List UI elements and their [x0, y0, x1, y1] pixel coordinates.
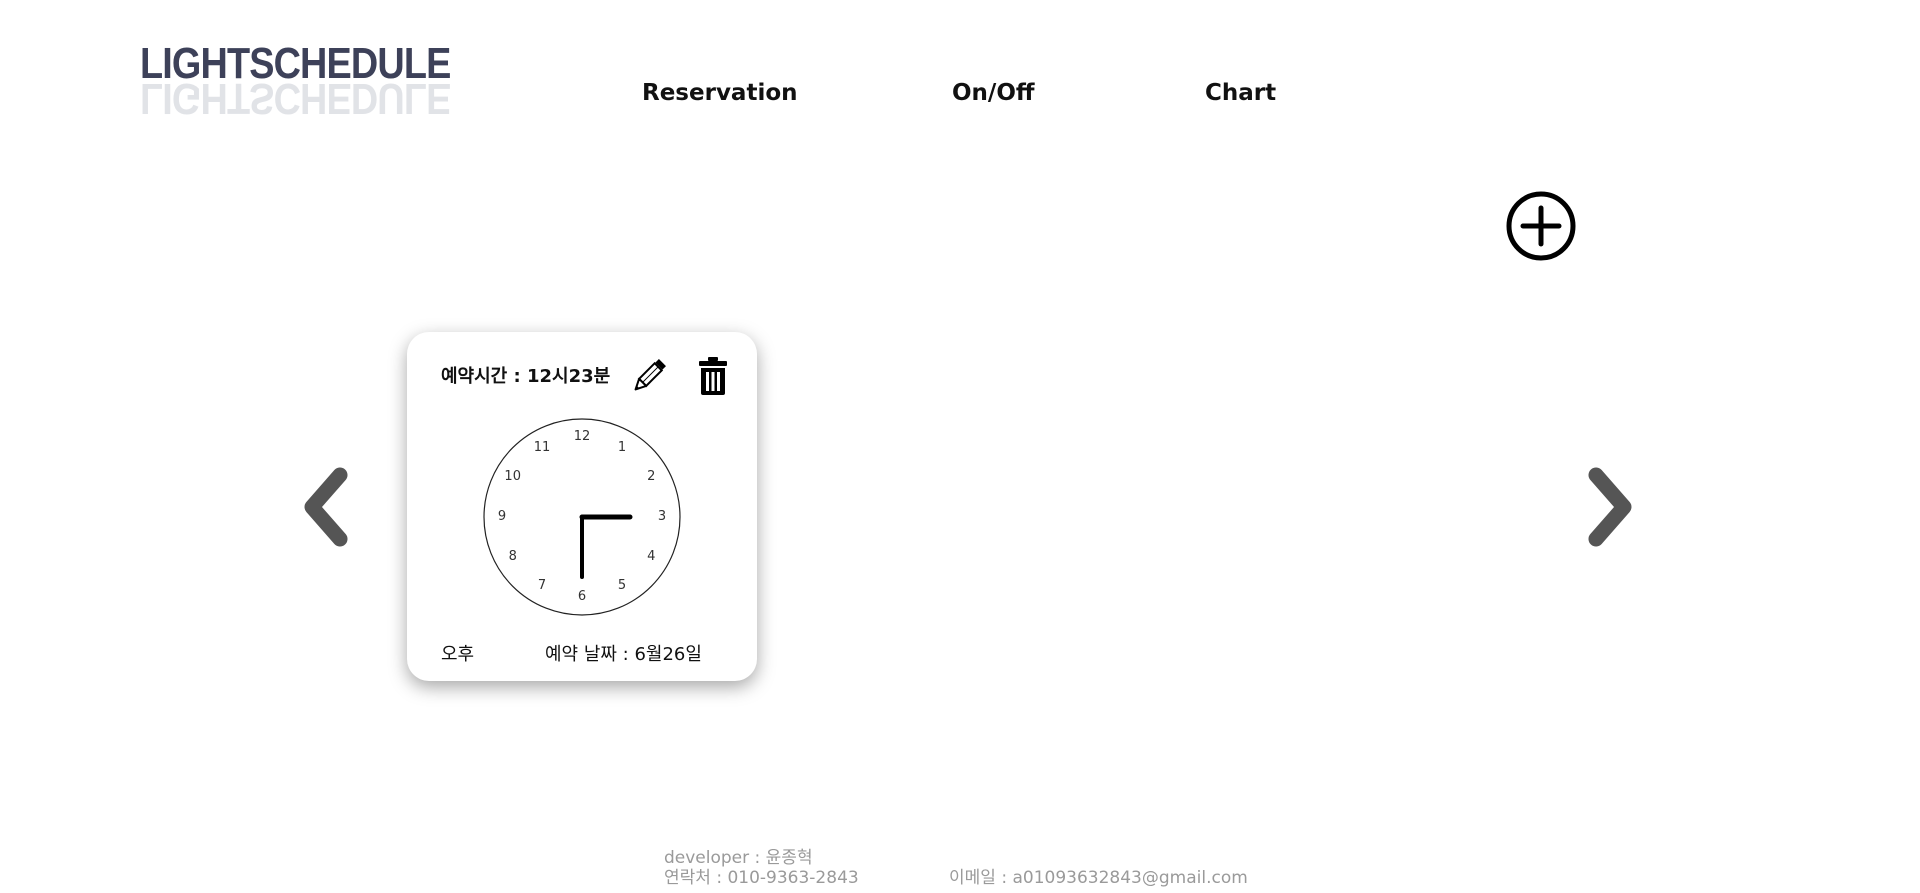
- ampm-label: 오후: [441, 644, 475, 665]
- next-button[interactable]: [1578, 465, 1638, 549]
- clock-number: 2: [647, 469, 656, 484]
- clock-number: 10: [504, 469, 521, 484]
- plus-circle-icon: [1506, 191, 1576, 261]
- clock-number: 11: [533, 439, 551, 455]
- reservation-card[interactable]: 예약시간 : 12시23분 12 1 2 3 4 5 6 7 8 9 10 11…: [407, 332, 757, 681]
- pencil-icon: [634, 359, 666, 391]
- reservation-date-label: 예약 날짜 : 6월26일: [545, 644, 702, 665]
- logo-reflection: LIGHTSCHEDULE: [140, 74, 451, 123]
- clock-number: 6: [577, 589, 587, 604]
- logo[interactable]: LIGHTSCHEDULE LIGHTSCHEDULE: [140, 42, 451, 132]
- add-reservation-button[interactable]: [1505, 190, 1577, 262]
- nav-chart-link[interactable]: Chart: [1205, 80, 1276, 106]
- chevron-right-icon: [1588, 467, 1632, 547]
- trash-icon: [699, 357, 727, 395]
- clock-number: 12: [573, 429, 591, 444]
- prev-button[interactable]: [298, 465, 358, 549]
- chevron-left-icon: [304, 467, 348, 547]
- footer-email: 이메일 : a01093632843@gmail.com: [949, 868, 1248, 888]
- clock-number: 3: [657, 509, 667, 524]
- footer-contact: 연락처 : 010-9363-2843: [664, 868, 859, 888]
- clock-number: 4: [647, 549, 656, 564]
- clock-number: 8: [508, 549, 517, 564]
- analog-clock: 12 1 2 3 4 5 6 7 8 9 10 11: [483, 418, 681, 616]
- delete-button[interactable]: [697, 356, 729, 396]
- clock-number: 9: [497, 509, 507, 524]
- nav-onoff-link[interactable]: On/Off: [952, 80, 1035, 106]
- clock-number: 1: [617, 439, 627, 455]
- reservation-time-label: 예약시간 : 12시23분: [441, 366, 611, 387]
- edit-button[interactable]: [629, 356, 669, 396]
- clock-number: 5: [617, 578, 627, 594]
- page: LIGHTSCHEDULE LIGHTSCHEDULE Reservation …: [0, 0, 1920, 893]
- clock-number: 7: [537, 578, 547, 594]
- nav-reservation-link[interactable]: Reservation: [642, 80, 798, 106]
